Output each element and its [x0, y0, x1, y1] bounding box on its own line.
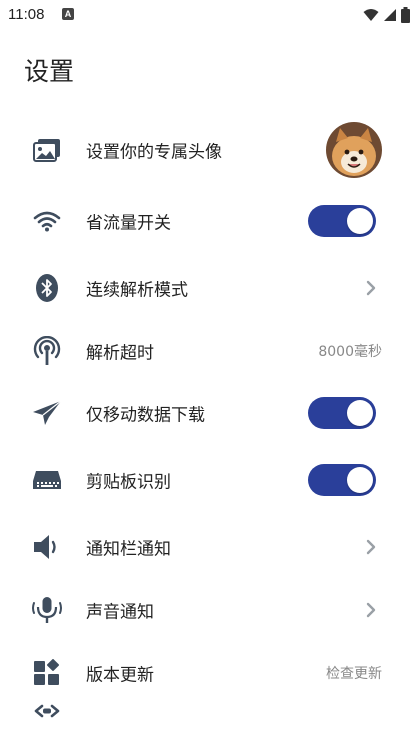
- setting-row-avatar[interactable]: 设置你的专属头像: [0, 120, 416, 180]
- setting-row-notification-bar[interactable]: 通知栏通知: [0, 517, 416, 577]
- chevron-right-icon: [364, 538, 378, 556]
- setting-row-sound[interactable]: 声音通知: [0, 580, 416, 640]
- status-icons: [363, 6, 410, 24]
- setting-label-avatar: 设置你的专属头像: [86, 142, 222, 163]
- status-time: 11:08: [8, 6, 45, 23]
- setting-row-clipboard[interactable]: 剪贴板识别: [0, 450, 416, 510]
- setting-row-data-saver[interactable]: 省流量开关: [0, 191, 416, 251]
- code-icon: [34, 702, 60, 720]
- setting-label-parse-timeout: 解析超时: [86, 343, 154, 364]
- cellular-signal-icon: [384, 9, 396, 21]
- speaker-icon: [32, 532, 62, 562]
- mobile-download-toggle[interactable]: [308, 397, 376, 429]
- keyboard-icon: [32, 465, 62, 495]
- setting-label-sound: 声音通知: [86, 602, 154, 623]
- toggle-knob: [347, 208, 373, 234]
- battery-icon: [401, 7, 410, 23]
- chevron-right-icon: [364, 279, 378, 297]
- setting-label-continuous-parse: 连续解析模式: [86, 280, 188, 301]
- broadcast-icon: [32, 336, 62, 366]
- setting-label-data-saver: 省流量开关: [86, 213, 171, 234]
- parse-timeout-value: 8000毫秒: [318, 344, 382, 360]
- wifi-icon: [32, 206, 62, 236]
- setting-label-mobile-download: 仅移动数据下载: [86, 405, 205, 426]
- notification-icon: A: [62, 8, 74, 20]
- clipboard-toggle[interactable]: [308, 464, 376, 496]
- microphone-icon: [32, 595, 62, 625]
- paper-plane-icon: [32, 398, 62, 428]
- toggle-knob: [347, 400, 373, 426]
- status-bar: 11:08 A: [0, 0, 416, 30]
- setting-label-update: 版本更新: [86, 665, 154, 686]
- setting-row-continuous-parse[interactable]: 连续解析模式: [0, 258, 416, 318]
- setting-label-clipboard: 剪贴板识别: [86, 472, 171, 493]
- image-icon: [32, 135, 62, 165]
- avatar[interactable]: [326, 122, 382, 178]
- widgets-icon: [32, 658, 62, 688]
- chevron-right-icon: [364, 601, 378, 619]
- setting-label-notification-bar: 通知栏通知: [86, 539, 171, 560]
- setting-row-parse-timeout[interactable]: 解析超时 8000毫秒: [0, 321, 416, 381]
- setting-row-mobile-download[interactable]: 仅移动数据下载: [0, 383, 416, 443]
- check-update-value[interactable]: 检查更新: [326, 663, 382, 683]
- data-saver-toggle[interactable]: [308, 205, 376, 237]
- page-title: 设置: [24, 57, 75, 86]
- toggle-knob: [347, 467, 373, 493]
- wifi-icon: [363, 9, 379, 21]
- bluetooth-icon: [32, 273, 62, 303]
- setting-row-update[interactable]: 版本更新 检查更新: [0, 643, 416, 703]
